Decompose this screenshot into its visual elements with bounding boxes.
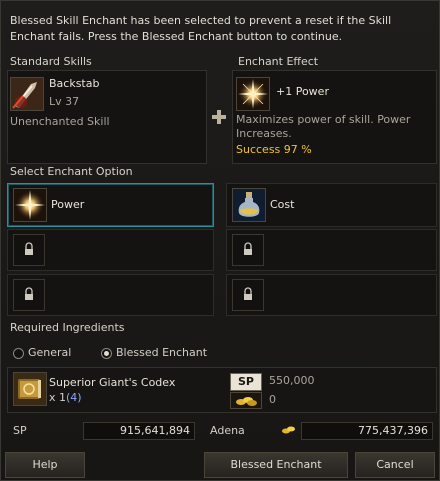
effect-name: +1 Power	[276, 85, 329, 98]
enchant-effect-title: Enchant Effect	[238, 55, 319, 68]
skill-enchant-window: Blessed Skill Enchant has been selected …	[0, 0, 440, 481]
standard-skills-title: Standard Skills	[10, 55, 92, 68]
sp-total-label: SP	[13, 424, 27, 437]
power-enchant-icon	[236, 77, 270, 111]
skill-status: Unenchanted Skill	[10, 115, 110, 128]
option-power[interactable]: Power	[7, 183, 214, 227]
lock-icon	[13, 234, 45, 266]
option-cost[interactable]: Cost	[226, 183, 437, 227]
ingredients-title: Required Ingredients	[10, 321, 125, 334]
adena-total-field: 775,437,396	[301, 422, 433, 440]
enchant-effect-panel: +1 Power Maximizes power of skill. Power…	[232, 70, 437, 164]
lock-icon	[232, 279, 264, 311]
cancel-button[interactable]: Cancel	[355, 452, 435, 478]
plus-icon	[211, 109, 227, 125]
backstab-skill-icon	[10, 77, 44, 111]
standard-skill-panel: Backstab Lv 37 Unenchanted Skill	[7, 70, 207, 164]
sp-badge-icon: SP	[230, 373, 262, 391]
adena-icon	[281, 424, 297, 436]
radio-blessed-label: Blessed Enchant	[116, 346, 208, 359]
blessed-enchant-button[interactable]: Blessed Enchant	[204, 452, 348, 478]
ingredient-name: Superior Giant's Codex	[49, 376, 176, 389]
option-power-label: Power	[51, 198, 85, 211]
sp-total-field: 915,641,894	[83, 422, 195, 440]
sp-badge-text: SP	[238, 375, 254, 388]
ingredient-panel: Superior Giant's Codex x 1(4) SP 550,000…	[7, 367, 437, 413]
adena-cost: 0	[269, 393, 276, 406]
radio-general-label: General	[28, 346, 72, 359]
success-rate: Success 97 %	[236, 143, 312, 156]
ingredient-qty-value: x 1	[49, 391, 67, 404]
option-cost-label: Cost	[270, 198, 295, 211]
option-slot-locked	[226, 229, 437, 271]
select-option-title: Select Enchant Option	[10, 165, 133, 178]
skill-name: Backstab	[49, 77, 100, 90]
option-slot-locked	[7, 274, 214, 316]
ingredient-owned: (4)	[66, 391, 82, 404]
help-button[interactable]: Help	[5, 452, 85, 478]
cost-potion-icon	[232, 188, 266, 222]
codex-book-icon	[13, 372, 47, 406]
power-option-icon	[13, 188, 47, 222]
lock-icon	[232, 234, 264, 266]
skill-level: Lv 37	[49, 95, 80, 108]
notice-text: Blessed Skill Enchant has been selected …	[10, 14, 392, 43]
adena-coins-icon	[230, 392, 262, 409]
radio-general[interactable]	[13, 348, 24, 359]
effect-description: Maximizes power of skill. Power Increase…	[236, 113, 411, 140]
radio-blessed[interactable]	[101, 348, 112, 359]
option-slot-locked	[226, 274, 437, 316]
lock-icon	[13, 279, 45, 311]
option-slot-locked	[7, 229, 214, 271]
sp-cost: 550,000	[269, 374, 315, 387]
ingredient-quantity: x 1(4)	[49, 391, 82, 404]
adena-total-label: Adena	[210, 424, 245, 437]
